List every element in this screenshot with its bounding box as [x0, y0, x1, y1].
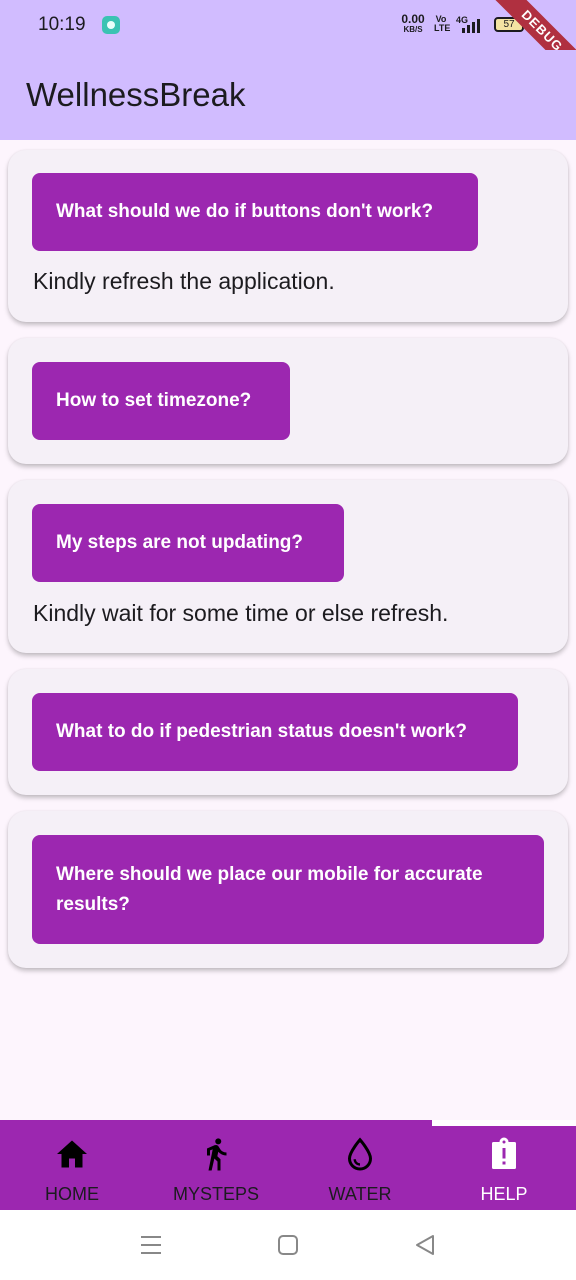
chat-notification-icon — [102, 16, 120, 34]
app-title: WellnessBreak — [26, 76, 246, 113]
help-clipboard-icon — [492, 1137, 516, 1169]
nav-item-help[interactable]: HELP — [432, 1130, 576, 1210]
water-drop-icon — [347, 1137, 373, 1171]
status-time: 10:19 — [38, 14, 86, 35]
faq-answer: Kindly refresh the application. — [33, 268, 335, 294]
nav-label-mysteps: MYSTEPS — [172, 1184, 260, 1204]
recent-apps-icon[interactable] — [129, 1223, 173, 1267]
faq-question-button[interactable]: How to set timezone? — [32, 362, 290, 440]
nav-item-mysteps[interactable]: MYSTEPS — [144, 1130, 288, 1210]
back-icon[interactable] — [403, 1223, 447, 1267]
signal-icon: 4G — [456, 15, 484, 35]
faq-question-button[interactable]: Where should we place our mobile for acc… — [32, 835, 544, 944]
faq-question-button[interactable]: What to do if pedestrian status doesn't … — [32, 693, 518, 771]
faq-card: What to do if pedestrian status doesn't … — [8, 669, 568, 795]
home-button-icon[interactable] — [266, 1223, 310, 1267]
signal-type: 4G — [456, 15, 469, 25]
volte-indicator: Vo LTE — [434, 14, 451, 33]
nav-item-home[interactable]: HOME — [0, 1130, 144, 1210]
faq-answer: Kindly wait for some time or else refres… — [33, 600, 449, 626]
network-speed: 0.00 KB/S — [399, 12, 427, 35]
status-bar: 10:19 0.00 KB/S Vo LTE 4G 57 DEBUG — [0, 0, 576, 89]
nav-label-water: WATER — [328, 1184, 392, 1204]
battery-level: 57 — [503, 19, 515, 30]
nav-label-home: HOME — [45, 1184, 99, 1204]
faq-card: What should we do if buttons don't work?… — [8, 150, 568, 322]
faq-card: How to set timezone? — [8, 338, 568, 464]
faq-card: Where should we place our mobile for acc… — [8, 811, 568, 968]
selected-tab-indicator — [432, 1120, 576, 1126]
network-speed-value: 0.00 — [401, 12, 425, 26]
home-icon — [57, 1140, 87, 1168]
nav-label-help: HELP — [480, 1184, 528, 1204]
faq-question-button[interactable]: What should we do if buttons don't work? — [32, 173, 478, 251]
nav-item-water[interactable]: WATER — [288, 1130, 432, 1210]
faq-question-button[interactable]: My steps are not updating? — [32, 504, 344, 582]
network-speed-unit: KB/S — [403, 25, 423, 34]
faq-card: My steps are not updating? Kindly wait f… — [8, 480, 568, 653]
walking-icon — [207, 1138, 227, 1171]
app-bar: WellnessBreak — [0, 50, 576, 140]
